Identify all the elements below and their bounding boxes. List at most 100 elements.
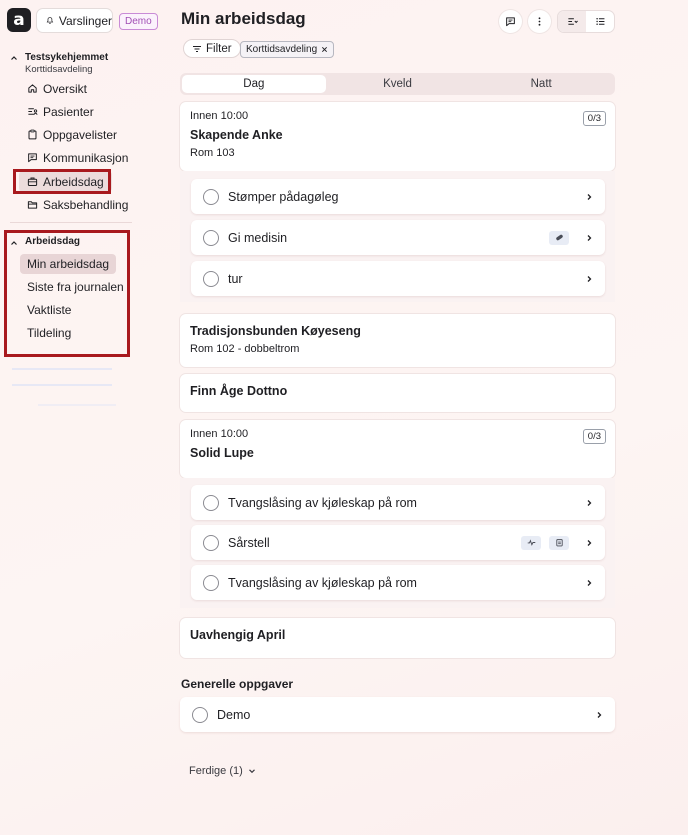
- ghost-line: [38, 404, 116, 406]
- grouped-list-icon: [567, 18, 578, 25]
- task-count-badge: 0/3: [582, 429, 606, 444]
- ghost-line: [12, 384, 112, 386]
- task-label: Gi medisin: [228, 230, 288, 245]
- message-icon: [506, 17, 515, 27]
- filter-chip[interactable]: Korttidsavdeling: [240, 41, 335, 58]
- task-checkbox[interactable]: [203, 574, 219, 591]
- task-count-badge: 0/3: [582, 111, 606, 126]
- org-name: Testsykehjemmet: [25, 52, 109, 63]
- list-icon: [595, 18, 604, 25]
- task-item[interactable]: Gi medisin: [191, 220, 605, 255]
- sidebar-item-label: Oversikt: [43, 81, 88, 96]
- task-label: Tvangslåsing av kjøleskap på rom: [228, 575, 417, 590]
- task-item[interactable]: Demo: [180, 697, 615, 732]
- sidebar-item-label: Saksbehandling: [43, 197, 129, 212]
- tab-kveld[interactable]: Kveld: [326, 75, 470, 93]
- task-label: Tvangslåsing av kjøleskap på rom: [228, 495, 417, 510]
- close-icon[interactable]: [321, 46, 328, 53]
- chevron-right-icon: [587, 193, 592, 200]
- clipboard-icon: [28, 129, 37, 140]
- view-grouped-button[interactable]: [558, 11, 586, 32]
- demo-badge: Demo: [119, 13, 158, 30]
- more-vertical-icon: [538, 17, 541, 26]
- filter-chip-label: Korttidsavdeling: [246, 44, 318, 55]
- view-toggle: [557, 10, 615, 33]
- patient-room: Rom 102 - dobbeltrom: [190, 343, 300, 355]
- vitals-icon: [527, 539, 535, 546]
- chevron-right-icon: [587, 499, 592, 506]
- chevron-right-icon: [597, 711, 602, 718]
- sidebar-item-oversikt[interactable]: Oversikt: [19, 78, 95, 99]
- message-icon: [28, 153, 37, 163]
- patient-room: Rom 103: [190, 147, 235, 159]
- completed-toggle[interactable]: Ferdige (1): [189, 765, 256, 777]
- patient-name: Finn Åge Dottno: [190, 384, 288, 398]
- patients-icon: [28, 108, 38, 115]
- sidebar-item-label: Kommunikasjon: [43, 150, 129, 165]
- completed-label: Ferdige (1): [189, 765, 243, 777]
- bell-icon: [46, 17, 54, 24]
- task-label: tur: [228, 271, 243, 286]
- task-checkbox[interactable]: [192, 706, 208, 723]
- sidebar-divider: [10, 222, 132, 223]
- task-item[interactable]: Sårstell: [191, 525, 605, 560]
- chevron-down-icon: [248, 769, 255, 774]
- sidebar-item-kommunikasjon[interactable]: Kommunikasjon: [19, 147, 136, 168]
- task-checkbox[interactable]: [203, 494, 219, 511]
- task-checkbox[interactable]: [203, 229, 219, 246]
- patient-name: Tradisjonsbunden Køyeseng: [190, 324, 361, 338]
- patient-card[interactable]: Innen 10:00 0/3 Skapende Anke Rom 103: [180, 102, 615, 171]
- folder-icon: [27, 201, 38, 209]
- org-unit: Korttidsavdeling: [25, 64, 93, 75]
- app-logo[interactable]: a: [7, 8, 31, 32]
- sidebar-item-saksbehandling[interactable]: Saksbehandling: [19, 194, 136, 215]
- task-list: Stømper pådagøleg Gi medisin tur: [180, 171, 615, 302]
- ghost-line: [12, 368, 112, 370]
- patient-card[interactable]: Innen 10:00 0/3 Solid Lupe: [180, 420, 615, 478]
- general-tasks-title: Generelle oppgaver: [181, 677, 294, 691]
- patient-card[interactable]: Finn Åge Dottno: [180, 374, 615, 412]
- chevron-right-icon: [587, 275, 592, 282]
- task-item[interactable]: tur: [191, 261, 605, 296]
- task-item[interactable]: Stømper pådagøleg: [191, 179, 605, 214]
- patient-name: Skapende Anke: [190, 128, 283, 142]
- task-item[interactable]: Tvangslåsing av kjøleskap på rom: [191, 485, 605, 520]
- sidebar-item-label: Oppgavelister: [43, 127, 118, 142]
- sidebar-item-oppgavelister[interactable]: Oppgavelister: [19, 124, 125, 145]
- task-label: Stømper pådagøleg: [228, 189, 339, 204]
- filter-button[interactable]: Filter: [183, 39, 241, 58]
- vitals-badge: [521, 535, 541, 550]
- patient-name: Uavhengig April: [190, 628, 286, 642]
- page-title: Min arbeidsdag: [181, 9, 306, 28]
- chevron-right-icon: [587, 539, 592, 546]
- patient-card[interactable]: Uavhengig April: [180, 618, 615, 658]
- form-badge: [549, 535, 569, 550]
- deadline-time: Innen 10:00: [190, 110, 249, 122]
- task-label: Sårstell: [228, 535, 270, 550]
- highlight-box-section: [4, 230, 130, 357]
- chevron-right-icon: [587, 234, 592, 241]
- task-checkbox[interactable]: [203, 270, 219, 287]
- pill-icon: [555, 234, 563, 241]
- filter-label: Filter: [206, 42, 232, 55]
- sidebar-item-pasienter[interactable]: Pasienter: [19, 101, 102, 122]
- filter-icon: [193, 45, 201, 52]
- sidebar-item-label: Pasienter: [43, 104, 94, 119]
- view-list-button[interactable]: [586, 11, 614, 32]
- tab-dag[interactable]: Dag: [182, 75, 326, 93]
- highlight-box-nav: [13, 169, 111, 194]
- task-checkbox[interactable]: [203, 188, 219, 205]
- task-label: Demo: [217, 707, 251, 722]
- chevron-right-icon: [587, 579, 592, 586]
- chevron-up-icon: [11, 56, 17, 60]
- more-options-button[interactable]: [528, 10, 551, 33]
- org-switcher[interactable]: Testsykehjemmet Korttidsavdeling: [10, 52, 108, 75]
- shift-tabs: Dag Kveld Natt: [180, 73, 615, 95]
- patient-card[interactable]: Tradisjonsbunden Køyeseng Rom 102 - dobb…: [180, 314, 615, 367]
- task-checkbox[interactable]: [203, 534, 219, 551]
- notifications-button[interactable]: Varslinger: [36, 8, 113, 33]
- medication-badge: [549, 230, 569, 245]
- task-item[interactable]: Tvangslåsing av kjøleskap på rom: [191, 565, 605, 600]
- tab-natt[interactable]: Natt: [469, 75, 613, 93]
- messages-button[interactable]: [499, 10, 522, 33]
